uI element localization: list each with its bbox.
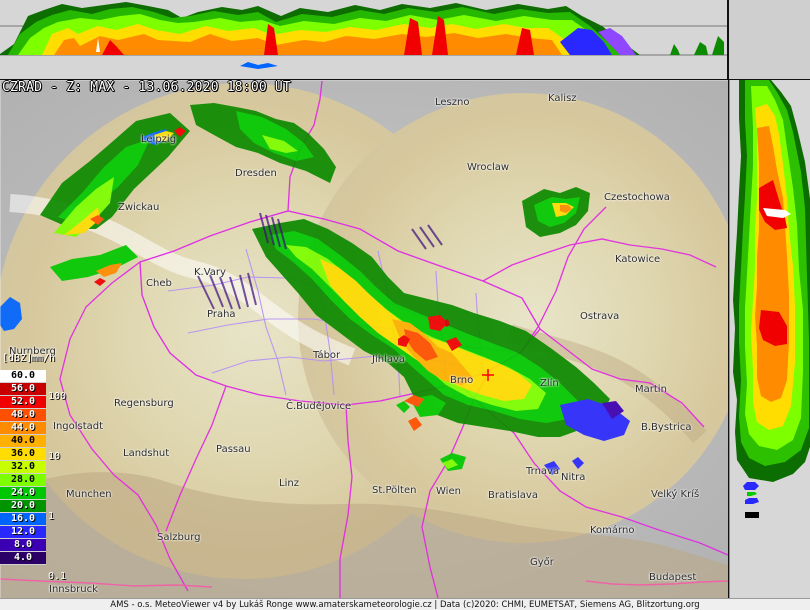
city-label: Nitra <box>561 472 586 483</box>
side-profile-panel <box>728 80 810 598</box>
city-label: Leipzig <box>141 134 177 145</box>
city-label: Munchen <box>66 489 112 500</box>
city-label: Martin <box>635 384 667 395</box>
city-label: Č.Budějovice <box>286 401 352 412</box>
city-label: Regensburg <box>114 398 174 409</box>
legend-row: 48.0 <box>0 409 46 422</box>
city-label: Dresden <box>235 168 277 179</box>
city-label: Leszno <box>435 97 470 108</box>
city-label: Ostrava <box>580 311 620 322</box>
legend-unit-right: mm/h <box>31 353 56 364</box>
city-label: Wroclaw <box>467 162 510 173</box>
radar-map[interactable]: Leszno Kalisz Leipzig Wroclaw Dresden Zw… <box>0 81 728 598</box>
city-label: Czestochowa <box>604 192 670 203</box>
legend-row: 52.0 <box>0 396 46 409</box>
legend-row: 36.0 <box>0 448 46 461</box>
legend-row: 60.0 <box>0 370 46 383</box>
city-label: Velký Kríš <box>651 489 700 500</box>
rain-mark: 10 <box>48 451 61 462</box>
legend-row: 28.0 <box>0 474 46 487</box>
city-label: Tábor <box>313 350 341 361</box>
radar-title: CZRAD - Z: MAX - 13.06.2020 18:00 UT <box>2 80 291 95</box>
city-label: Wien <box>436 486 461 497</box>
city-label: Győr <box>530 557 554 568</box>
city-label: Brno <box>450 375 474 386</box>
city-label: Linz <box>279 478 299 489</box>
radar-viewer: Leszno Kalisz Leipzig Wroclaw Dresden Zw… <box>0 0 810 610</box>
city-label: Innsbruck <box>49 584 98 595</box>
legend-row: 44.0 <box>0 422 46 435</box>
city-label: Passau <box>216 444 251 455</box>
city-label: Komárno <box>590 525 635 536</box>
legend-row: 20.0 <box>0 500 46 513</box>
footer-credits: AMS - o.s. MeteoViewer v4 by Lukáš Ronge… <box>0 598 810 610</box>
city-label: Kalisz <box>548 93 577 104</box>
city-label: Zlín <box>540 378 559 389</box>
city-label: B.Bystrica <box>641 422 692 433</box>
city-label: Budapest <box>649 572 697 583</box>
legend-row: 8.0 <box>0 539 46 552</box>
legend-row: 40.0 <box>0 435 46 448</box>
legend-row: 56.0 <box>0 383 46 396</box>
city-label: Trnava <box>526 466 560 477</box>
city-label: Salzburg <box>157 532 201 543</box>
city-label: Jihlava <box>372 354 406 365</box>
city-label: Praha <box>207 309 236 320</box>
city-label: Katowice <box>615 254 661 265</box>
map-canvas <box>0 81 728 598</box>
rain-mark: 100 <box>48 391 67 402</box>
legend-row: 32.0 <box>0 461 46 474</box>
legend-row: 12.0 <box>0 526 46 539</box>
city-label: Zwickau <box>118 202 160 213</box>
rain-mark: 0.1 <box>48 571 67 582</box>
legend-row: 24.0 <box>0 487 46 500</box>
city-label: Ingolstadt <box>53 421 104 432</box>
city-label: St.Pölten <box>372 485 417 496</box>
profile-chart <box>0 0 727 79</box>
city-label: K.Vary <box>194 267 226 278</box>
side-profile-chart <box>729 80 810 598</box>
corner-panel <box>728 0 810 80</box>
city-label: Bratislava <box>488 490 538 501</box>
legend-row: 16.0 <box>0 513 46 526</box>
top-profile-panel <box>0 0 728 80</box>
city-label: Landshut <box>123 448 170 459</box>
city-label: Cheb <box>146 278 172 289</box>
legend-row: 4.0 <box>0 552 46 565</box>
rain-mark: 1 <box>48 511 55 522</box>
